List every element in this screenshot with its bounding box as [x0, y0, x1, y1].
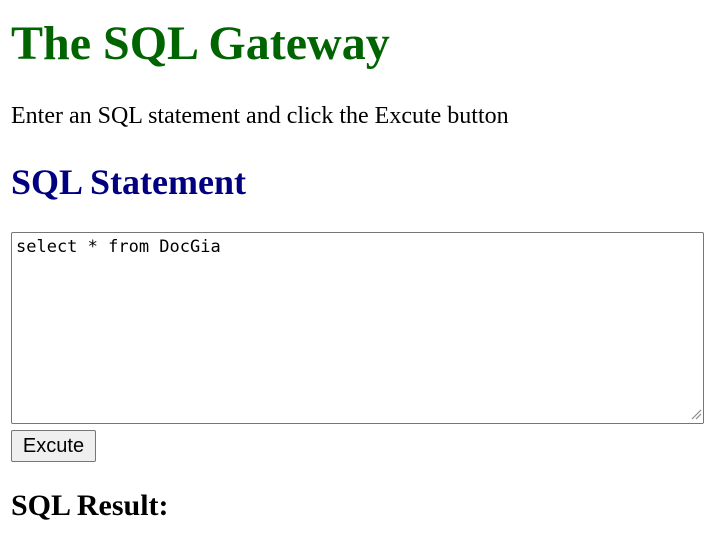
sql-result-heading: SQL Result: [11, 489, 169, 522]
resize-grip-icon[interactable] [690, 408, 702, 420]
execute-button[interactable]: Excute [11, 430, 96, 462]
page-title: The SQL Gateway [11, 17, 390, 70]
instructions-text: Enter an SQL statement and click the Exc… [11, 103, 509, 129]
sql-statement-textarea[interactable]: select * from DocGia [11, 232, 704, 424]
sql-statement-heading: SQL Statement [11, 162, 247, 202]
